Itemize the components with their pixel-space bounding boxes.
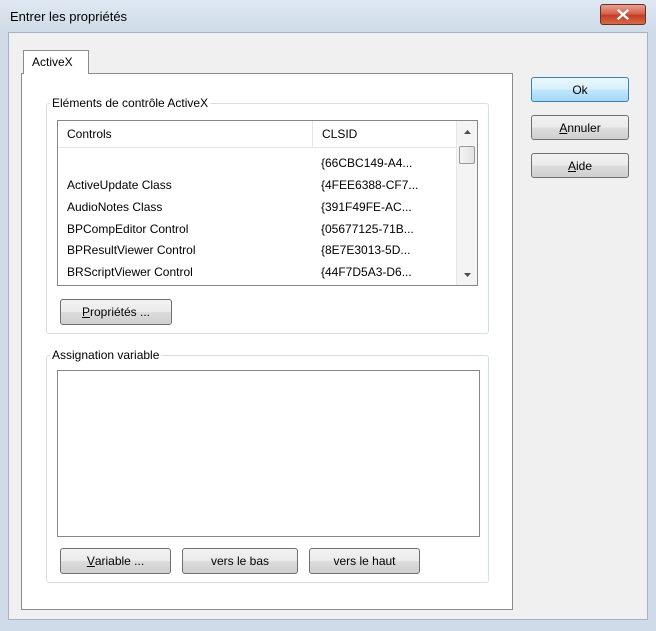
help-button-label: ide [576, 158, 593, 173]
list-row[interactable]: BPCompEditor Control {05677125-71B... [58, 219, 456, 240]
title-bar[interactable]: Entrer les propriétés [0, 0, 656, 32]
list-row[interactable]: BPResultViewer Control {8E7E3013-5D... [58, 240, 456, 261]
row-control-name: ActiveUpdate Class [67, 178, 172, 192]
cancel-button-accel: A [559, 120, 568, 135]
list-row[interactable]: {66CBC149-A4... [58, 153, 456, 174]
row-clsid: {44F7D5A3-D6... [321, 265, 412, 279]
close-icon [617, 9, 629, 20]
variable-button-label: ariable ... [94, 554, 145, 568]
list-vertical-scrollbar[interactable] [456, 121, 477, 285]
variable-button-accel: V [86, 554, 95, 568]
scroll-thumb[interactable] [459, 146, 475, 164]
properties-button-accel: P [81, 305, 90, 319]
scroll-up-arrow-icon[interactable] [457, 123, 477, 140]
dialog-window: Entrer les propriétés ActiveX Eléments d… [0, 0, 656, 631]
cancel-button[interactable]: Annuler [531, 115, 629, 140]
row-control-name: BRScriptViewer Control [67, 265, 193, 279]
activex-group-label: Eléments de contrôle ActiveX [50, 96, 211, 110]
tab-activex[interactable]: ActiveX [23, 50, 89, 74]
row-control-name: BPCompEditor Control [67, 222, 189, 236]
row-clsid: {4FEE6388-CF7... [321, 178, 419, 192]
help-button[interactable]: Aide [531, 153, 629, 178]
close-button[interactable] [600, 4, 646, 25]
list-header: Controls CLSID [58, 121, 456, 148]
row-clsid: {391F49FE-AC... [321, 200, 412, 214]
properties-button[interactable]: Propriétés ... [60, 299, 172, 325]
assignment-group-label: Assignation variable [50, 348, 162, 362]
move-up-button[interactable]: vers le haut [309, 548, 420, 574]
column-header-controls[interactable]: Controls [58, 121, 312, 147]
row-control-name: AudioNotes Class [67, 200, 163, 214]
properties-button-label: ropriétés ... [89, 305, 151, 319]
move-down-button[interactable]: vers le bas [182, 548, 298, 574]
list-row[interactable]: AudioNotes Class {391F49FE-AC... [58, 197, 456, 218]
row-clsid: {05677125-71B... [321, 222, 414, 236]
ok-button[interactable]: Ok [531, 77, 629, 102]
cancel-button-label: nnuler [567, 120, 601, 135]
variable-assignment-field[interactable] [57, 370, 480, 537]
help-button-accel: A [567, 158, 576, 173]
window-title: Entrer les propriétés [10, 9, 128, 24]
list-row[interactable]: BRScriptViewer Control {44F7D5A3-D6... [58, 262, 456, 283]
row-clsid: {8E7E3013-5D... [321, 243, 411, 257]
activex-controls-list[interactable]: Controls CLSID {66CBC149-A4... ActiveUpd… [57, 120, 478, 286]
column-header-clsid[interactable]: CLSID [312, 121, 456, 147]
list-row[interactable]: ActiveUpdate Class {4FEE6388-CF7... [58, 175, 456, 196]
row-control-name: BPResultViewer Control [67, 243, 196, 257]
scroll-down-arrow-icon[interactable] [457, 266, 477, 283]
row-clsid: {66CBC149-A4... [321, 156, 413, 170]
variable-button[interactable]: Variable ... [60, 548, 171, 574]
